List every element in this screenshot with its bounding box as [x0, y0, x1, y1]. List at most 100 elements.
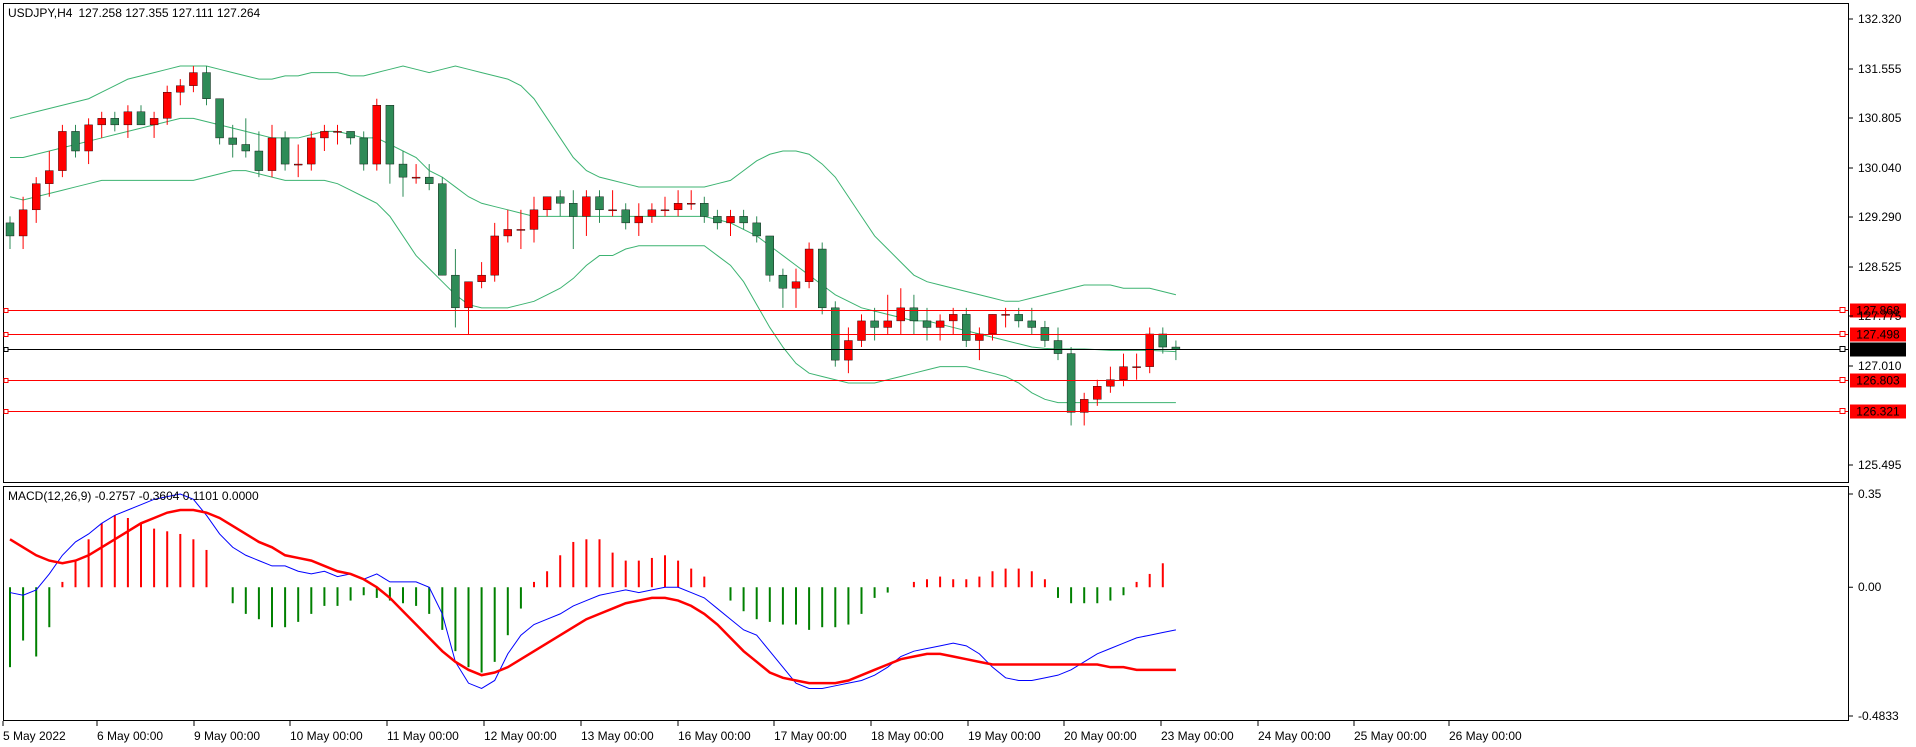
candle-body[interactable]	[752, 222, 761, 237]
candle-body[interactable]	[673, 203, 683, 211]
candle-body[interactable]	[988, 314, 997, 335]
candle-body[interactable]	[922, 320, 932, 328]
candle-body[interactable]	[608, 209, 617, 212]
candle-body[interactable]	[398, 163, 408, 178]
candle-body[interactable]	[333, 131, 342, 133]
candle-body[interactable]	[1001, 314, 1010, 316]
candle-body[interactable]	[778, 274, 788, 289]
candle-body[interactable]	[189, 72, 198, 86]
candle-body[interactable]	[346, 131, 355, 139]
candle-body[interactable]	[438, 183, 447, 276]
candle-body[interactable]	[228, 137, 237, 145]
candle-body[interactable]	[791, 281, 801, 289]
candle-body[interactable]	[280, 137, 290, 165]
candle-body[interactable]	[241, 144, 251, 152]
level-handle-left[interactable]	[3, 347, 9, 352]
candle-body[interactable]	[883, 320, 892, 328]
time-axis: 5 May 2022 6 May 00:00 9 May 00:00 10 May 0…	[2, 721, 1522, 743]
candle-body[interactable]	[726, 216, 735, 224]
candle-body[interactable]	[359, 137, 368, 165]
candle-body[interactable]	[700, 203, 709, 217]
candle-body[interactable]	[818, 248, 827, 309]
candle-body[interactable]	[294, 163, 303, 166]
candle-body[interactable]	[1066, 353, 1076, 413]
candle-body[interactable]	[18, 209, 28, 237]
candle-body[interactable]	[542, 196, 552, 211]
candle-body[interactable]	[595, 196, 604, 211]
candle-body[interactable]	[1027, 320, 1037, 328]
candle-body[interactable]	[372, 105, 381, 165]
candle-body[interactable]	[45, 170, 54, 184]
level-handle-left[interactable]	[3, 332, 9, 337]
candle-body[interactable]	[477, 274, 486, 282]
candle-body[interactable]	[516, 229, 526, 231]
candle-body[interactable]	[136, 111, 146, 126]
candle-body[interactable]	[1014, 314, 1023, 322]
candle-body[interactable]	[58, 131, 67, 171]
level-handle-left[interactable]	[3, 409, 9, 414]
candle-body[interactable]	[71, 131, 80, 152]
candle-body[interactable]	[529, 209, 539, 230]
candle-body[interactable]	[962, 314, 971, 341]
candle-body[interactable]	[569, 203, 578, 217]
candle-body[interactable]	[687, 203, 696, 205]
candle-body[interactable]	[84, 124, 93, 152]
candle-body[interactable]	[149, 118, 159, 126]
candle-body[interactable]	[411, 176, 421, 179]
candle-body[interactable]	[870, 320, 879, 328]
candle-body[interactable]	[464, 281, 473, 309]
candle-body[interactable]	[1093, 386, 1102, 400]
level-handle[interactable]	[1839, 408, 1846, 414]
level-handle-left[interactable]	[3, 308, 9, 313]
candle-body[interactable]	[320, 131, 329, 139]
candle-body[interactable]	[857, 320, 866, 341]
level-handle[interactable]	[1839, 307, 1846, 313]
macd-tick-label: 0.35	[1858, 487, 1882, 501]
level-handle[interactable]	[1839, 377, 1846, 383]
candle-body[interactable]	[1145, 333, 1154, 367]
candle-body[interactable]	[123, 111, 133, 126]
candle-body[interactable]	[660, 209, 670, 212]
level-handle[interactable]	[1839, 346, 1846, 352]
candle-body[interactable]	[5, 222, 15, 237]
candle-body[interactable]	[307, 137, 316, 165]
candle-body[interactable]	[909, 307, 919, 322]
candle-body[interactable]	[621, 209, 630, 224]
candle-body[interactable]	[831, 307, 840, 361]
candle-body[interactable]	[582, 196, 591, 217]
level-handle[interactable]	[1839, 331, 1846, 337]
candle-body[interactable]	[110, 118, 120, 126]
candle-body[interactable]	[896, 307, 905, 322]
candle-body[interactable]	[215, 98, 224, 139]
candle-body[interactable]	[451, 274, 460, 309]
candle-body[interactable]	[1119, 366, 1128, 380]
candle-body[interactable]	[267, 137, 277, 171]
candle-body[interactable]	[202, 72, 211, 99]
candle-body[interactable]	[1132, 366, 1141, 368]
candle-body[interactable]	[385, 105, 395, 165]
trading-chart[interactable]: 127.868127.498127.264126.803126.321 USDJ…	[0, 0, 1916, 747]
candle-body[interactable]	[935, 320, 945, 328]
candle-body[interactable]	[556, 196, 565, 204]
candle-body[interactable]	[490, 235, 499, 276]
candle-body[interactable]	[949, 314, 958, 322]
candle-body[interactable]	[804, 248, 814, 282]
candle-body[interactable]	[162, 91, 172, 119]
candle-body[interactable]	[844, 340, 853, 361]
candle-body[interactable]	[1053, 340, 1063, 354]
candle-body[interactable]	[1158, 333, 1168, 348]
level-handle-left[interactable]	[3, 378, 9, 383]
candle-body[interactable]	[1079, 399, 1089, 413]
candle-body[interactable]	[176, 85, 185, 93]
candle-body[interactable]	[425, 176, 434, 184]
candle-body[interactable]	[765, 235, 774, 276]
candle-body[interactable]	[32, 183, 41, 211]
candle-body[interactable]	[739, 216, 748, 224]
candle-body[interactable]	[503, 229, 512, 237]
candle-body[interactable]	[97, 118, 106, 126]
candle-body[interactable]	[647, 209, 657, 217]
candle-body[interactable]	[634, 216, 643, 224]
candle-body[interactable]	[713, 216, 722, 224]
candle-body[interactable]	[254, 150, 264, 171]
candle-body[interactable]	[1040, 327, 1050, 341]
